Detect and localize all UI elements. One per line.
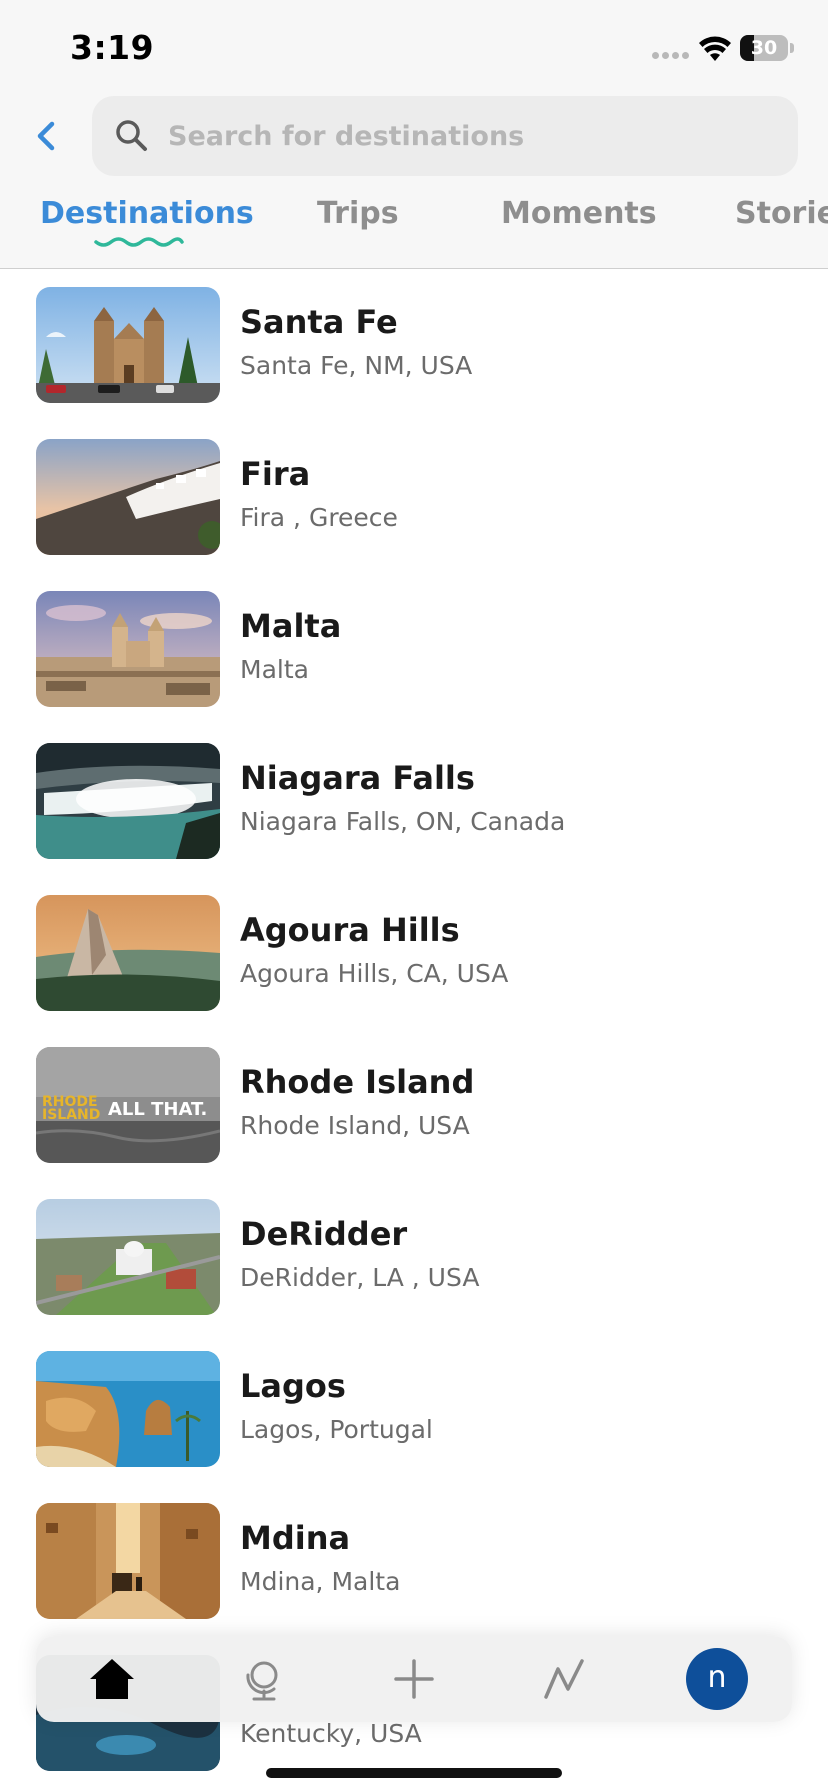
- destination-row[interactable]: Fira Fira , Greece: [0, 421, 828, 573]
- home-indicator: [266, 1768, 562, 1778]
- destination-location: Lagos, Portugal: [240, 1415, 433, 1444]
- tab-moments[interactable]: Moments: [501, 196, 657, 231]
- plus-icon[interactable]: [388, 1653, 440, 1705]
- category-tabs: Destinations Trips Moments Stories: [0, 196, 828, 256]
- destination-row[interactable]: Agoura Hills Agoura Hills, CA, USA: [0, 877, 828, 1029]
- status-time: 3:19: [70, 28, 155, 67]
- destination-location: Rhode Island, USA: [240, 1111, 470, 1140]
- destination-name: Mdina: [240, 1519, 351, 1557]
- bottom-tab-bar: n: [36, 1636, 792, 1722]
- destination-name: Agoura Hills: [240, 911, 460, 949]
- destination-name: Niagara Falls: [240, 759, 475, 797]
- destination-row[interactable]: Malta Malta: [0, 573, 828, 725]
- profile-avatar[interactable]: n: [686, 1648, 748, 1710]
- destination-thumbnail: [36, 591, 220, 707]
- destination-row[interactable]: Mdina Mdina, Malta: [0, 1485, 828, 1637]
- destination-location: DeRidder, LA , USA: [240, 1263, 480, 1292]
- active-tab-indicator: [94, 237, 184, 247]
- destination-location: Agoura Hills, CA, USA: [240, 959, 509, 988]
- search-icon: [116, 120, 147, 151]
- search-bar[interactable]: [92, 96, 798, 176]
- destination-location: Niagara Falls, ON, Canada: [240, 807, 566, 836]
- destination-thumbnail: [36, 1351, 220, 1467]
- destination-thumbnail: RHODE ISLAND ALL THAT.: [36, 1047, 220, 1163]
- destination-list: Santa Fe Santa Fe, NM, USA Fira Fira , G…: [0, 269, 828, 1792]
- cellular-signal-icon: [652, 52, 692, 60]
- destination-thumbnail: [36, 287, 220, 403]
- back-chevron-icon[interactable]: [28, 112, 64, 160]
- destination-location: Santa Fe, NM, USA: [240, 351, 473, 380]
- destination-location: Kentucky, USA: [240, 1719, 422, 1748]
- destination-row[interactable]: RHODE ISLAND ALL THAT. Rhode Island Rhod…: [0, 1029, 828, 1181]
- wifi-icon: [699, 36, 731, 61]
- destination-thumbnail: [36, 1199, 220, 1315]
- destination-thumbnail: [36, 439, 220, 555]
- battery-icon: 30: [740, 35, 788, 61]
- globe-icon[interactable]: [238, 1653, 290, 1705]
- destination-row[interactable]: Santa Fe Santa Fe, NM, USA: [0, 269, 828, 421]
- destination-thumbnail: [36, 743, 220, 859]
- tab-stories[interactable]: Stories: [735, 196, 828, 231]
- destination-thumbnail: [36, 1503, 220, 1619]
- home-icon[interactable]: [86, 1653, 138, 1705]
- destination-row[interactable]: Niagara Falls Niagara Falls, ON, Canada: [0, 725, 828, 877]
- destination-location: Mdina, Malta: [240, 1567, 401, 1596]
- thumb-logo-text-2: ISLAND: [42, 1107, 100, 1123]
- thumb-logo-text-3: ALL THAT.: [108, 1099, 207, 1120]
- destination-name: Lagos: [240, 1367, 346, 1405]
- destination-name: DeRidder: [240, 1215, 408, 1253]
- destination-name: Santa Fe: [240, 303, 398, 341]
- destination-thumbnail: [36, 895, 220, 1011]
- destination-location: Malta: [240, 655, 309, 684]
- battery-level: 30: [750, 37, 778, 59]
- header: 3:19 30 Destinations Trips Moments Stori…: [0, 0, 828, 269]
- destination-row[interactable]: DeRidder DeRidder, LA , USA: [0, 1181, 828, 1333]
- tab-destinations[interactable]: Destinations: [40, 196, 254, 231]
- battery-cap: [790, 43, 794, 53]
- tab-trips[interactable]: Trips: [317, 196, 399, 231]
- destination-row[interactable]: Lagos Lagos, Portugal: [0, 1333, 828, 1485]
- search-input[interactable]: [156, 96, 788, 176]
- destination-name: Fira: [240, 455, 311, 493]
- destination-location: Fira , Greece: [240, 503, 398, 532]
- activity-icon[interactable]: [538, 1653, 590, 1705]
- destination-name: Rhode Island: [240, 1063, 475, 1101]
- destination-name: Malta: [240, 607, 342, 645]
